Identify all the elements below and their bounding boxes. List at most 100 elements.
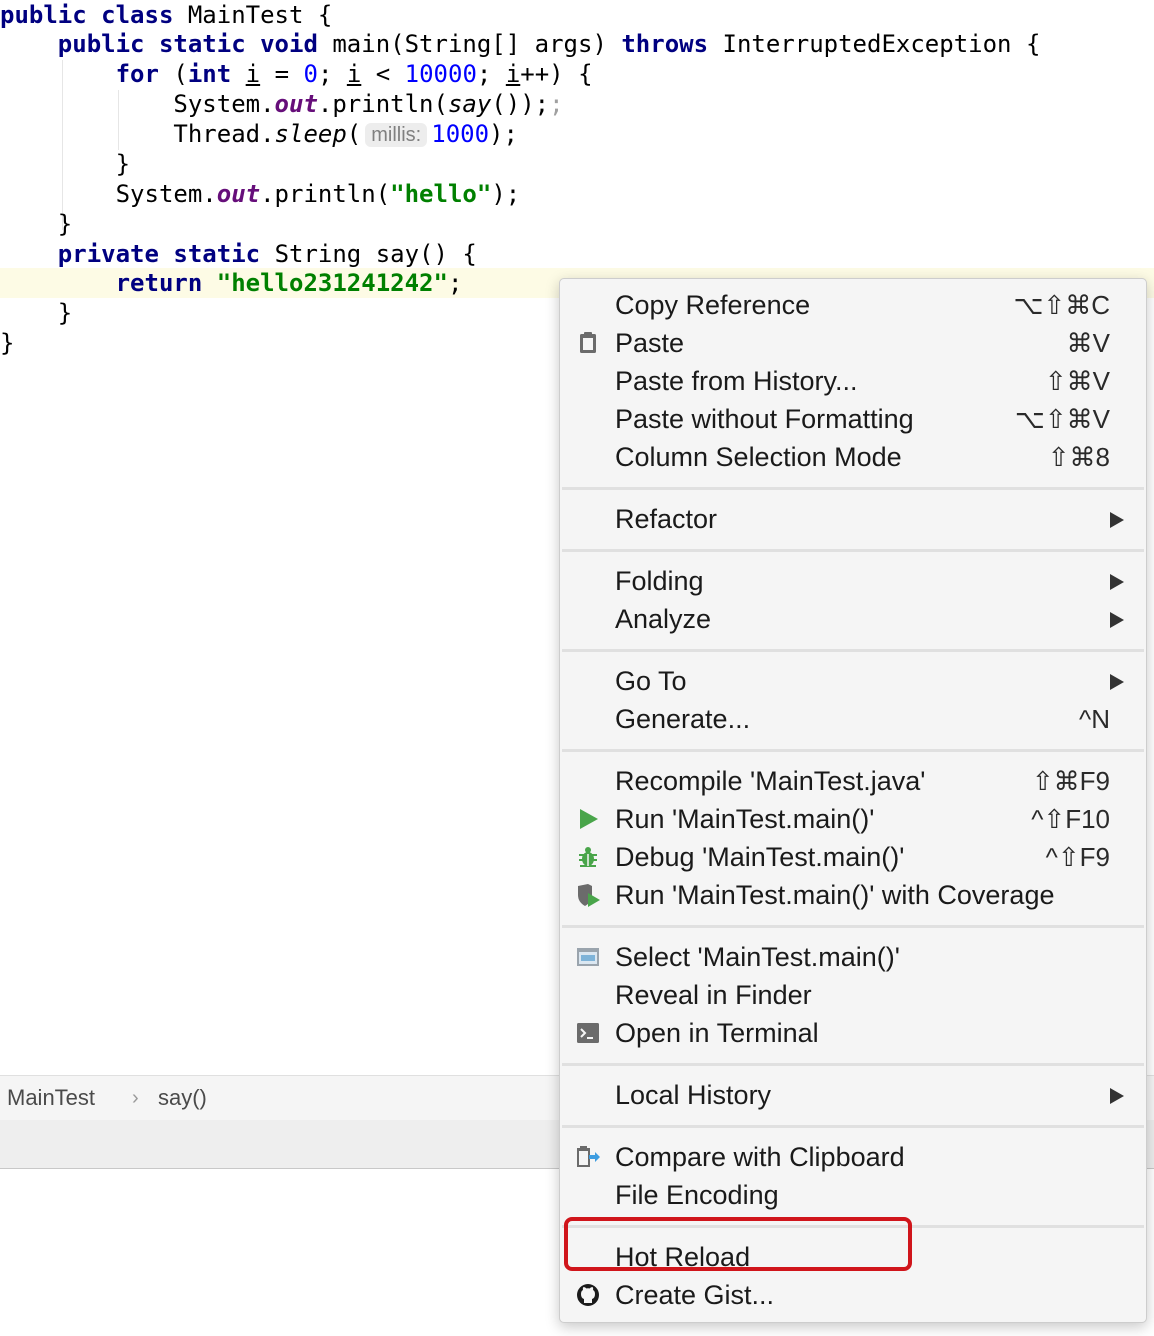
menu-item-debug[interactable]: Debug 'MainTest.main()' ^⇧F9	[560, 838, 1146, 876]
breadcrumb-item-method[interactable]: say()	[158, 1076, 207, 1120]
method-call: .println(	[317, 90, 448, 118]
menu-item-reveal-in-finder[interactable]: Reveal in Finder	[560, 976, 1146, 1014]
method-call: .println(	[260, 180, 391, 208]
increment: ++) {	[520, 60, 593, 88]
code-line-sleep[interactable]: Thread.sleep(millis: 1000);	[0, 119, 518, 149]
code-line-for[interactable]: for (int i = 0; i < 10000; i++) {	[0, 59, 593, 89]
code-line-println-hello[interactable]: System.out.println("hello");	[0, 179, 521, 209]
menu-item-refactor[interactable]: Refactor	[560, 500, 1146, 538]
menu-item-create-gist[interactable]: Create Gist...	[560, 1276, 1146, 1314]
context-menu: Copy Reference ⌥⇧⌘C Paste ⌘V Paste from …	[559, 278, 1147, 1323]
menu-item-compare-with-clipboard[interactable]: Compare with Clipboard	[560, 1138, 1146, 1176]
menu-item-label: Select 'MainTest.main()'	[615, 942, 900, 972]
code-line-close-class[interactable]: }	[0, 328, 14, 358]
semicolon: ;	[447, 269, 463, 297]
menu-item-label: Column Selection Mode	[615, 442, 902, 472]
method-signature: String say() {	[274, 240, 477, 268]
keyword: int	[187, 60, 232, 88]
menu-item-shortcut: ^N	[1079, 704, 1110, 734]
menu-item-shortcut: ⇧⌘F9	[1031, 766, 1110, 796]
menu-item-shortcut: ⇧⌘8	[1047, 442, 1110, 472]
menu-item-copy-reference[interactable]: Copy Reference ⌥⇧⌘C	[560, 286, 1146, 324]
menu-item-label: Paste without Formatting	[615, 404, 914, 434]
submenu-arrow-icon	[1110, 674, 1124, 690]
menu-item-label: Open in Terminal	[615, 1018, 819, 1048]
brace: }	[0, 329, 15, 357]
code-line-println-say[interactable]: System.out.println(say());;	[0, 89, 563, 119]
github-icon	[577, 1284, 599, 1306]
annotation-highlight-box	[564, 1217, 912, 1271]
submenu-arrow-icon	[1110, 574, 1124, 590]
menu-item-shortcut: ⇧⌘V	[1044, 366, 1110, 396]
class-ref: System.	[115, 180, 217, 208]
menu-item-run-with-coverage[interactable]: Run 'MainTest.main()' with Coverage	[560, 876, 1146, 914]
coverage-icon	[578, 884, 600, 907]
select-icon	[577, 948, 599, 966]
exception-type: InterruptedException {	[722, 30, 1041, 58]
string-literal: "hello231241242"	[216, 269, 448, 297]
submenu-arrow-icon	[1110, 1088, 1124, 1104]
menu-item-label: Run 'MainTest.main()'	[615, 804, 875, 834]
terminal-icon	[577, 1023, 599, 1043]
menu-item-column-selection-mode[interactable]: Column Selection Mode ⇧⌘8	[560, 438, 1146, 476]
menu-item-label: Folding	[615, 566, 704, 596]
number-literal: 1000	[431, 120, 490, 148]
keyword: static	[173, 240, 261, 268]
static-field: out	[274, 90, 318, 118]
keyword: public	[0, 1, 87, 29]
string-literal: "hello"	[390, 180, 492, 208]
menu-item-local-history[interactable]: Local History	[560, 1076, 1146, 1114]
debug-icon	[579, 847, 597, 867]
keyword: private	[57, 240, 159, 268]
menu-item-run[interactable]: Run 'MainTest.main()' ^⇧F10	[560, 800, 1146, 838]
menu-item-go-to[interactable]: Go To	[560, 662, 1146, 700]
code-line-close-say[interactable]: }	[0, 298, 72, 328]
menu-item-select[interactable]: Select 'MainTest.main()'	[560, 938, 1146, 976]
menu-item-paste-from-history[interactable]: Paste from History... ⇧⌘V	[560, 362, 1146, 400]
menu-item-file-encoding[interactable]: File Encoding	[560, 1176, 1146, 1214]
class-name: MainTest {	[187, 1, 333, 29]
code-line-close-main[interactable]: }	[0, 209, 72, 239]
breadcrumb-item-class[interactable]: MainTest	[7, 1076, 95, 1120]
menu-item-shortcut: ⌘V	[1066, 328, 1110, 358]
code-text: ());	[491, 90, 550, 118]
code-line-close-for[interactable]: }	[0, 149, 130, 179]
menu-item-label: Generate...	[615, 704, 751, 734]
breadcrumb-separator: ›	[132, 1087, 139, 1109]
menu-separator	[562, 925, 1144, 928]
menu-separator	[562, 1125, 1144, 1128]
keyword: return	[115, 269, 203, 297]
code-line-class-decl[interactable]: public class MainTest {	[0, 0, 332, 30]
menu-item-generate[interactable]: Generate... ^N	[560, 700, 1146, 738]
code-line-main-decl[interactable]: public static void main(String[] args) t…	[0, 29, 1041, 59]
menu-separator	[562, 1063, 1144, 1066]
class-ref: Thread.	[173, 120, 275, 148]
operator: =	[274, 60, 290, 88]
code-line-say-decl[interactable]: private static String say() {	[0, 239, 477, 269]
submenu-arrow-icon	[1110, 612, 1124, 628]
class-ref: System.	[173, 90, 275, 118]
menu-item-label: Debug 'MainTest.main()'	[615, 842, 905, 872]
menu-item-label: Paste	[615, 328, 685, 358]
menu-item-paste[interactable]: Paste ⌘V	[560, 324, 1146, 362]
menu-item-label: File Encoding	[615, 1180, 779, 1210]
menu-item-label: Create Gist...	[615, 1280, 775, 1310]
method-call: sleep	[274, 120, 347, 148]
method-call: say	[447, 90, 492, 118]
semicolon: ;	[476, 60, 492, 88]
menu-item-label: Local History	[615, 1080, 772, 1110]
menu-item-folding[interactable]: Folding	[560, 562, 1146, 600]
menu-item-paste-without-formatting[interactable]: Paste without Formatting ⌥⇧⌘V	[560, 400, 1146, 438]
menu-item-open-in-terminal[interactable]: Open in Terminal	[560, 1014, 1146, 1052]
operator: <	[375, 60, 391, 88]
code-text: );	[489, 120, 518, 148]
menu-item-analyze[interactable]: Analyze	[560, 600, 1146, 638]
clipboard-icon	[580, 332, 596, 353]
variable: i	[346, 60, 362, 88]
semicolon: ;	[317, 60, 333, 88]
menu-item-recompile[interactable]: Recompile 'MainTest.java' ⇧⌘F9	[560, 762, 1146, 800]
menu-item-label: Refactor	[615, 504, 718, 534]
menu-separator	[562, 749, 1144, 752]
paren: (	[346, 120, 362, 148]
keyword: void	[260, 30, 318, 58]
